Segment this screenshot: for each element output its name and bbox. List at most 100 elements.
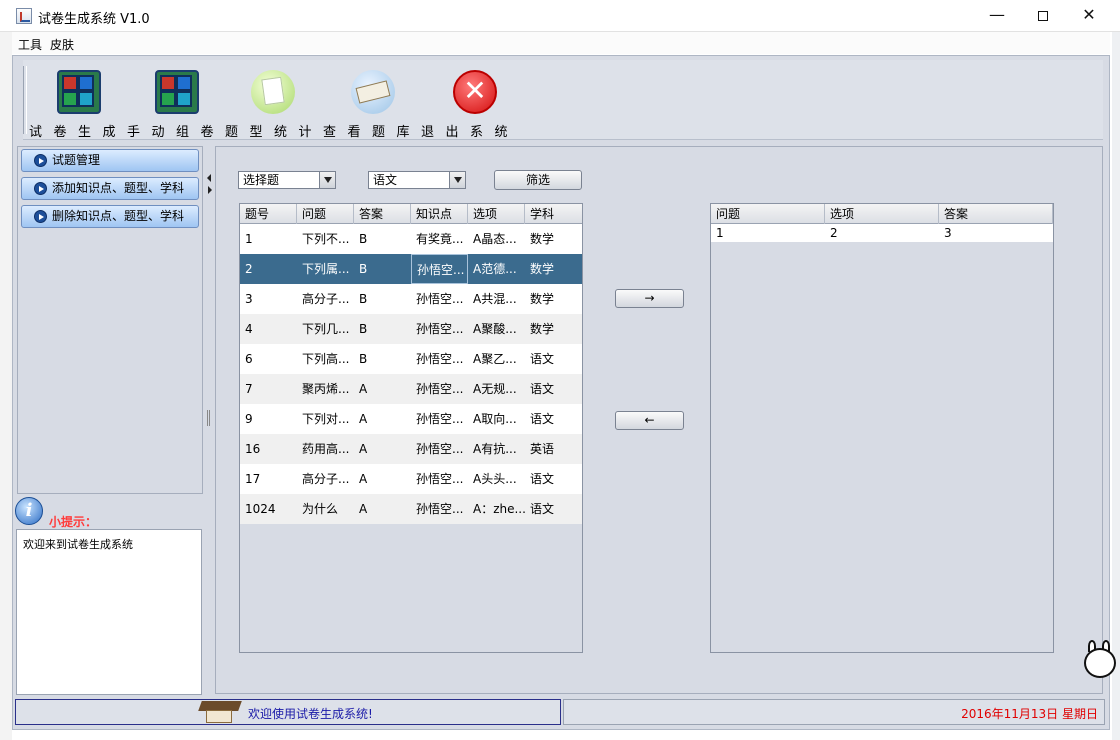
table-cell: 语文: [530, 352, 555, 366]
nav-add-items[interactable]: 添加知识点、题型、学科: [21, 177, 199, 200]
col-header-knowledge[interactable]: 知识点: [411, 204, 468, 224]
grid-icon-cell: [78, 91, 94, 107]
house-icon: [196, 701, 244, 723]
table-cell: 1024: [245, 502, 276, 516]
nav-delete-items[interactable]: 删除知识点、题型、学科: [21, 205, 199, 228]
minimize-button[interactable]: —: [974, 0, 1020, 32]
toolbar-grip[interactable]: [23, 66, 27, 134]
tip-title: 小提示：: [49, 515, 98, 529]
nav-question-management[interactable]: 试题管理: [21, 149, 199, 172]
table-cell: 高分子...: [302, 292, 350, 306]
table-cell: 16: [245, 442, 261, 456]
generate-paper-button[interactable]: [57, 70, 101, 114]
table-row[interactable]: 1024 为什么 A 孙悟空... A：zhe... 语文: [240, 494, 582, 524]
tip-text-area[interactable]: 欢迎来到试卷生成系统: [16, 529, 202, 695]
background-window-strip: [0, 32, 12, 740]
table-cell: 孙悟空...: [416, 292, 464, 306]
col-header-options[interactable]: 选项: [825, 204, 939, 224]
table-cell: 3: [944, 226, 952, 240]
play-icon: [34, 182, 47, 195]
col-header-answer[interactable]: 答案: [354, 204, 411, 224]
table-cell: 语文: [530, 472, 555, 486]
table-cell: A: [359, 382, 368, 396]
table-cell: 药用高...: [302, 442, 350, 456]
col-header-options[interactable]: 选项: [468, 204, 525, 224]
chevron-down-icon: [449, 172, 465, 188]
question-table: 题号 问题 答案 知识点 选项 学科 1 下列不... B 有奖竟... A晶态... 数…: [239, 203, 583, 653]
table-row[interactable]: 9 下列对... A 孙悟空... A取向... 语文: [240, 404, 582, 434]
subject-value: 语文: [373, 173, 398, 187]
close-button[interactable]: ✕: [1066, 0, 1112, 32]
filter-button[interactable]: 筛选: [494, 170, 582, 190]
table-cell: 孙悟空...: [416, 502, 464, 516]
table-cell: 17: [245, 472, 261, 486]
table-cell: 孙悟空...: [416, 412, 464, 426]
subject-select[interactable]: 语文: [368, 171, 466, 189]
status-date-panel: 2016年11月13日 星期日: [563, 699, 1105, 725]
question-stats-button[interactable]: [251, 70, 295, 114]
table-cell: 孙悟空...: [416, 322, 464, 336]
maximize-button[interactable]: [1020, 0, 1066, 32]
background-window-strip-right: [1112, 32, 1120, 740]
add-to-paper-button[interactable]: →: [615, 289, 684, 308]
grid-icon-cell: [176, 75, 192, 91]
content-panel: 选择题 语文 筛选 题号 问题 答案 知识点 选项 学科 1 下列不... B 有奖竟…: [215, 146, 1103, 694]
menu-bar: 工具 皮肤: [12, 32, 1110, 54]
nav-label: 试题管理: [52, 153, 101, 167]
mascot-head: [1084, 648, 1116, 678]
table-cell: 2: [830, 226, 838, 240]
col-header-subject[interactable]: 学科: [525, 204, 582, 224]
table-row[interactable]: 6 下列高... B 孙悟空... A聚乙... 语文: [240, 344, 582, 374]
table-cell: 孙悟空...: [416, 472, 464, 486]
table-row[interactable]: 1 下列不... B 有奖竟... A晶态... 数学: [240, 224, 582, 254]
remove-from-paper-button[interactable]: ←: [615, 411, 684, 430]
splitter-grip[interactable]: [207, 410, 210, 426]
table-cell: A聚乙...: [473, 352, 517, 366]
table-cell: B: [359, 262, 368, 276]
exit-icon: ✕: [463, 74, 487, 107]
table-cell: 语文: [530, 412, 555, 426]
table-row[interactable]: 4 下列几... B 孙悟空... A聚酸... 数学: [240, 314, 582, 344]
col-header-question[interactable]: 问题: [711, 204, 825, 224]
menu-tools[interactable]: 工具: [18, 36, 42, 53]
col-header-id[interactable]: 题号: [240, 204, 297, 224]
menu-skin[interactable]: 皮肤: [50, 36, 74, 53]
table-cell: 高分子...: [302, 472, 350, 486]
table-cell: B: [359, 322, 368, 336]
manual-compose-button[interactable]: [155, 70, 199, 114]
table-cell: 3: [245, 292, 253, 306]
table-cell: 下列几...: [302, 322, 350, 336]
expand-right-arrow-icon[interactable]: [208, 186, 212, 194]
table-cell: A聚酸...: [473, 322, 517, 336]
collapse-left-arrow-icon[interactable]: [207, 174, 211, 182]
table-row[interactable]: 3 高分子... B 孙悟空... A共混... 数学: [240, 284, 582, 314]
table-row[interactable]: 2 下列属... B 孙悟空... A范德... 数学: [240, 254, 582, 284]
table-row[interactable]: 17 高分子... A 孙悟空... A头头... 语文: [240, 464, 582, 494]
table-cell: 下列高...: [302, 352, 350, 366]
table-row[interactable]: 16 药用高... A 孙悟空... A有抗... 英语: [240, 434, 582, 464]
table-cell: A头头...: [473, 472, 517, 486]
title-bar: 试卷生成系统 V1.0 — ✕: [0, 0, 1120, 32]
table-cell: 语文: [530, 382, 555, 396]
table-cell: 2: [245, 262, 253, 276]
table-cell: 英语: [530, 442, 555, 456]
question-table-header: 题号 问题 答案 知识点 选项 学科: [240, 204, 582, 224]
toolbar-labels: 试卷生成手动组卷题型统计查看题库退出系统: [29, 125, 520, 140]
view-bank-button[interactable]: [351, 70, 395, 114]
status-date: 2016年11月13日 星期日: [961, 707, 1098, 721]
status-message-panel: 欢迎使用试卷生成系统!: [15, 699, 561, 725]
table-cell: A范德...: [473, 262, 517, 276]
question-table-body: 1 下列不... B 有奖竟... A晶态... 数学 2 下列属... B 孙悟空... A范德.…: [240, 224, 582, 524]
table-cell: 有奖竟...: [416, 232, 464, 246]
table-row[interactable]: 7 聚丙烯... A 孙悟空... A无规... 语文: [240, 374, 582, 404]
table-cell: 数学: [530, 322, 555, 336]
table-cell: B: [359, 352, 368, 366]
table-row[interactable]: 1 2 3: [711, 224, 1053, 242]
col-header-answer[interactable]: 答案: [939, 204, 1053, 224]
table-cell: A无规...: [473, 382, 517, 396]
table-cell: A共混...: [473, 292, 517, 306]
question-type-select[interactable]: 选择题: [238, 171, 336, 189]
col-header-question[interactable]: 问题: [297, 204, 354, 224]
table-cell: 为什么: [302, 502, 339, 516]
exit-button[interactable]: ✕: [453, 70, 497, 114]
